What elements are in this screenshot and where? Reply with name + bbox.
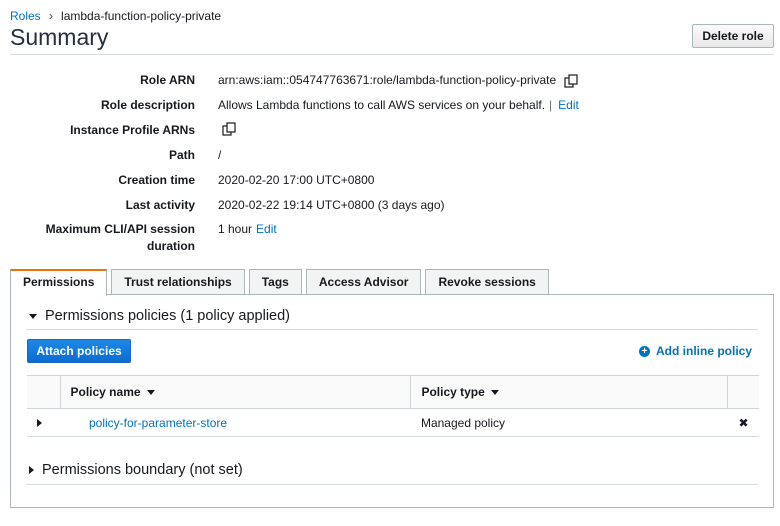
summary-row-role-arn: Role ARN arn:aws:iam::054747763671:role/… bbox=[0, 72, 780, 89]
summary-row-instance-profile: Instance Profile ARNs bbox=[0, 122, 780, 139]
max-session-value: 1 hour bbox=[218, 222, 253, 236]
actions-column-header bbox=[727, 375, 759, 409]
page-title: Summary bbox=[10, 24, 109, 50]
tab-tags[interactable]: Tags bbox=[248, 269, 302, 295]
caret-down-icon bbox=[29, 313, 37, 319]
copy-icon[interactable] bbox=[564, 73, 578, 88]
divider bbox=[26, 484, 758, 485]
creation-time-label: Creation time bbox=[118, 173, 195, 187]
summary-row-path: Path / bbox=[0, 147, 780, 164]
sort-caret-icon bbox=[146, 390, 155, 396]
table-header-row: Policy name Policy type bbox=[27, 375, 759, 409]
add-inline-policy-link[interactable]: + Add inline policy bbox=[639, 344, 752, 358]
divider bbox=[26, 329, 758, 330]
delete-role-button[interactable]: Delete role bbox=[692, 24, 774, 48]
permissions-policies-heading: Permissions policies (1 policy applied) bbox=[45, 308, 290, 324]
plus-circle-icon: + bbox=[639, 345, 650, 357]
caret-right-icon bbox=[29, 466, 34, 474]
path-label: Path bbox=[168, 148, 195, 162]
tab-trust-relationships[interactable]: Trust relationships bbox=[111, 269, 245, 295]
permissions-policies-toggle[interactable]: Permissions policies (1 policy applied) bbox=[29, 308, 290, 324]
breadcrumb-roles-link[interactable]: Roles bbox=[10, 9, 41, 23]
remove-x-icon[interactable]: ✖ bbox=[727, 408, 759, 437]
policy-name-column-header[interactable]: Policy name bbox=[59, 375, 411, 409]
summary-row-last-activity: Last activity 2020-02-22 19:14 UTC+0800 … bbox=[0, 197, 780, 214]
divider bbox=[10, 54, 774, 55]
permissions-boundary-toggle[interactable]: Permissions boundary (not set) bbox=[29, 462, 243, 478]
summary-row-creation-time: Creation time 2020-02-20 17:00 UTC+0800 bbox=[0, 172, 780, 189]
expand-row-toggle[interactable] bbox=[27, 408, 60, 437]
policy-name-header-label: Policy name bbox=[70, 385, 141, 399]
copy-icon[interactable] bbox=[222, 122, 236, 136]
creation-time-value: 2020-02-20 17:00 UTC+0800 bbox=[218, 173, 375, 187]
tab-revoke-sessions[interactable]: Revoke sessions bbox=[425, 269, 549, 295]
role-description-value: Allows Lambda functions to call AWS serv… bbox=[218, 98, 546, 112]
instance-profile-label: Instance Profile ARNs bbox=[70, 123, 195, 137]
tab-permissions[interactable]: Permissions bbox=[10, 269, 108, 296]
policy-type-column-header[interactable]: Policy type bbox=[410, 375, 728, 409]
permissions-boundary-heading: Permissions boundary (not set) bbox=[42, 462, 243, 478]
path-value: / bbox=[218, 148, 222, 162]
summary-row-role-description: Role description Allows Lambda functions… bbox=[0, 97, 780, 114]
expand-column-header bbox=[27, 375, 60, 409]
breadcrumb-current: lambda-function-policy-private bbox=[61, 8, 222, 23]
add-inline-policy-label: Add inline policy bbox=[656, 344, 753, 358]
summary-row-max-session: Maximum CLI/API session duration 1 hour … bbox=[0, 221, 780, 255]
table-row: policy-for-parameter-store Managed polic… bbox=[27, 408, 759, 437]
last-activity-label: Last activity bbox=[125, 198, 195, 212]
role-description-label: Role description bbox=[100, 98, 195, 112]
caret-right-icon bbox=[37, 418, 42, 427]
permissions-panel: Permissions policies (1 policy applied) … bbox=[10, 294, 774, 508]
max-session-label-line2: duration bbox=[147, 239, 195, 253]
role-arn-value: arn:aws:iam::054747763671:role/lambda-fu… bbox=[218, 73, 557, 87]
edit-description-link[interactable]: Edit bbox=[558, 97, 579, 114]
policy-type-header-label: Policy type bbox=[421, 385, 485, 399]
tab-access-advisor[interactable]: Access Advisor bbox=[305, 269, 422, 295]
chevron-right-icon: › bbox=[48, 8, 54, 23]
separator: | bbox=[549, 98, 553, 112]
breadcrumb: Roles › lambda-function-policy-private bbox=[10, 8, 221, 23]
edit-session-link[interactable]: Edit bbox=[256, 221, 277, 238]
policy-name-link[interactable]: policy-for-parameter-store bbox=[89, 416, 227, 430]
policy-table: Policy name Policy type policy-for-param… bbox=[27, 375, 759, 437]
max-session-label: Maximum CLI/API session duration bbox=[0, 221, 195, 255]
policy-type-cell: Managed policy bbox=[410, 408, 728, 437]
tab-bar: Permissions Trust relationships Tags Acc… bbox=[10, 269, 553, 296]
attach-policies-button[interactable]: Attach policies bbox=[27, 339, 131, 363]
role-arn-label: Role ARN bbox=[140, 73, 195, 87]
sort-caret-icon bbox=[490, 390, 499, 396]
max-session-label-line1: Maximum CLI/API session bbox=[45, 222, 195, 236]
last-activity-value: 2020-02-22 19:14 UTC+0800 (3 days ago) bbox=[218, 198, 445, 212]
